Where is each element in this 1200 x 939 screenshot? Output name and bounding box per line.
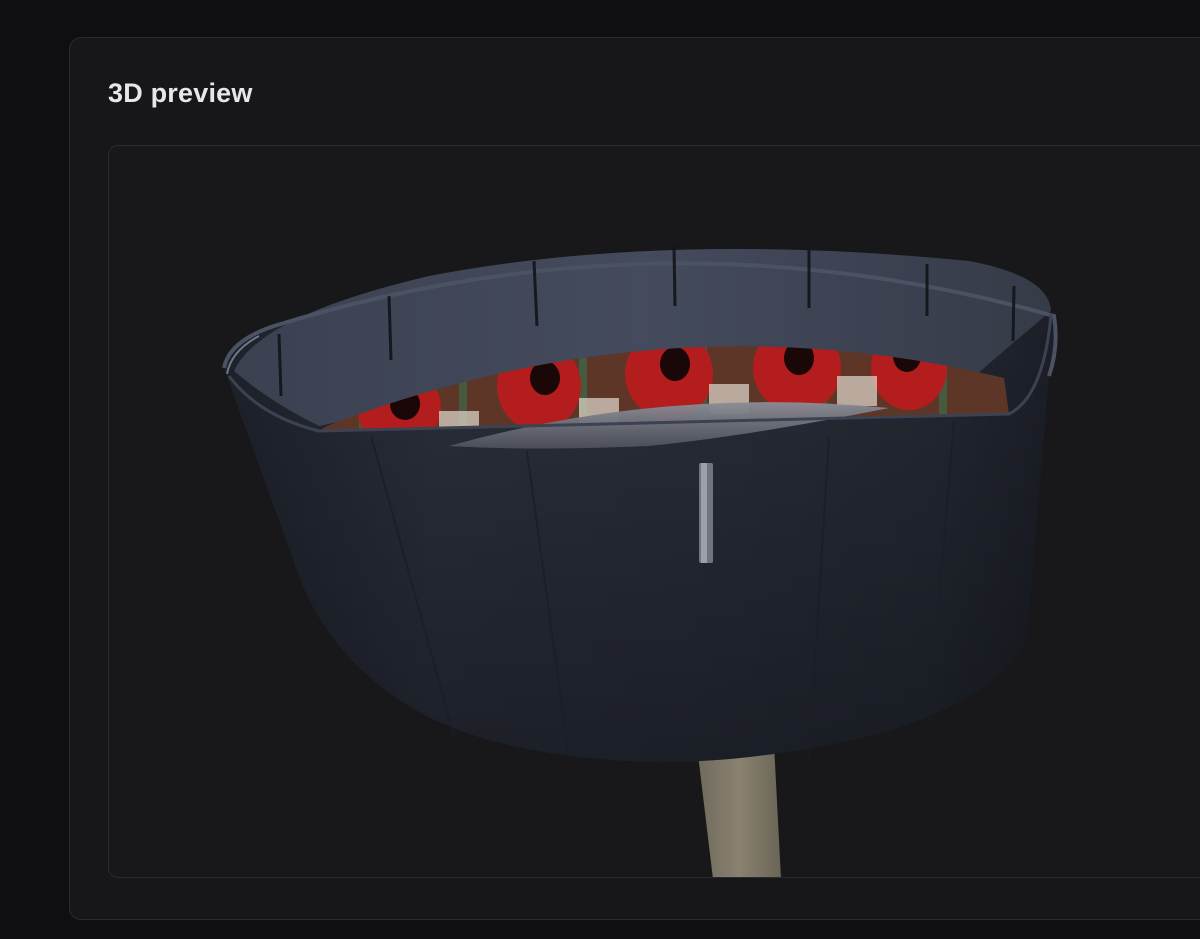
3d-viewport[interactable] — [108, 145, 1200, 878]
preview-card: 3D preview — [69, 37, 1200, 920]
stand-pole — [697, 744, 781, 877]
zoetrope-model — [222, 245, 1058, 877]
card-title: 3D preview — [108, 78, 253, 108]
page: 3D preview — [0, 0, 1200, 939]
